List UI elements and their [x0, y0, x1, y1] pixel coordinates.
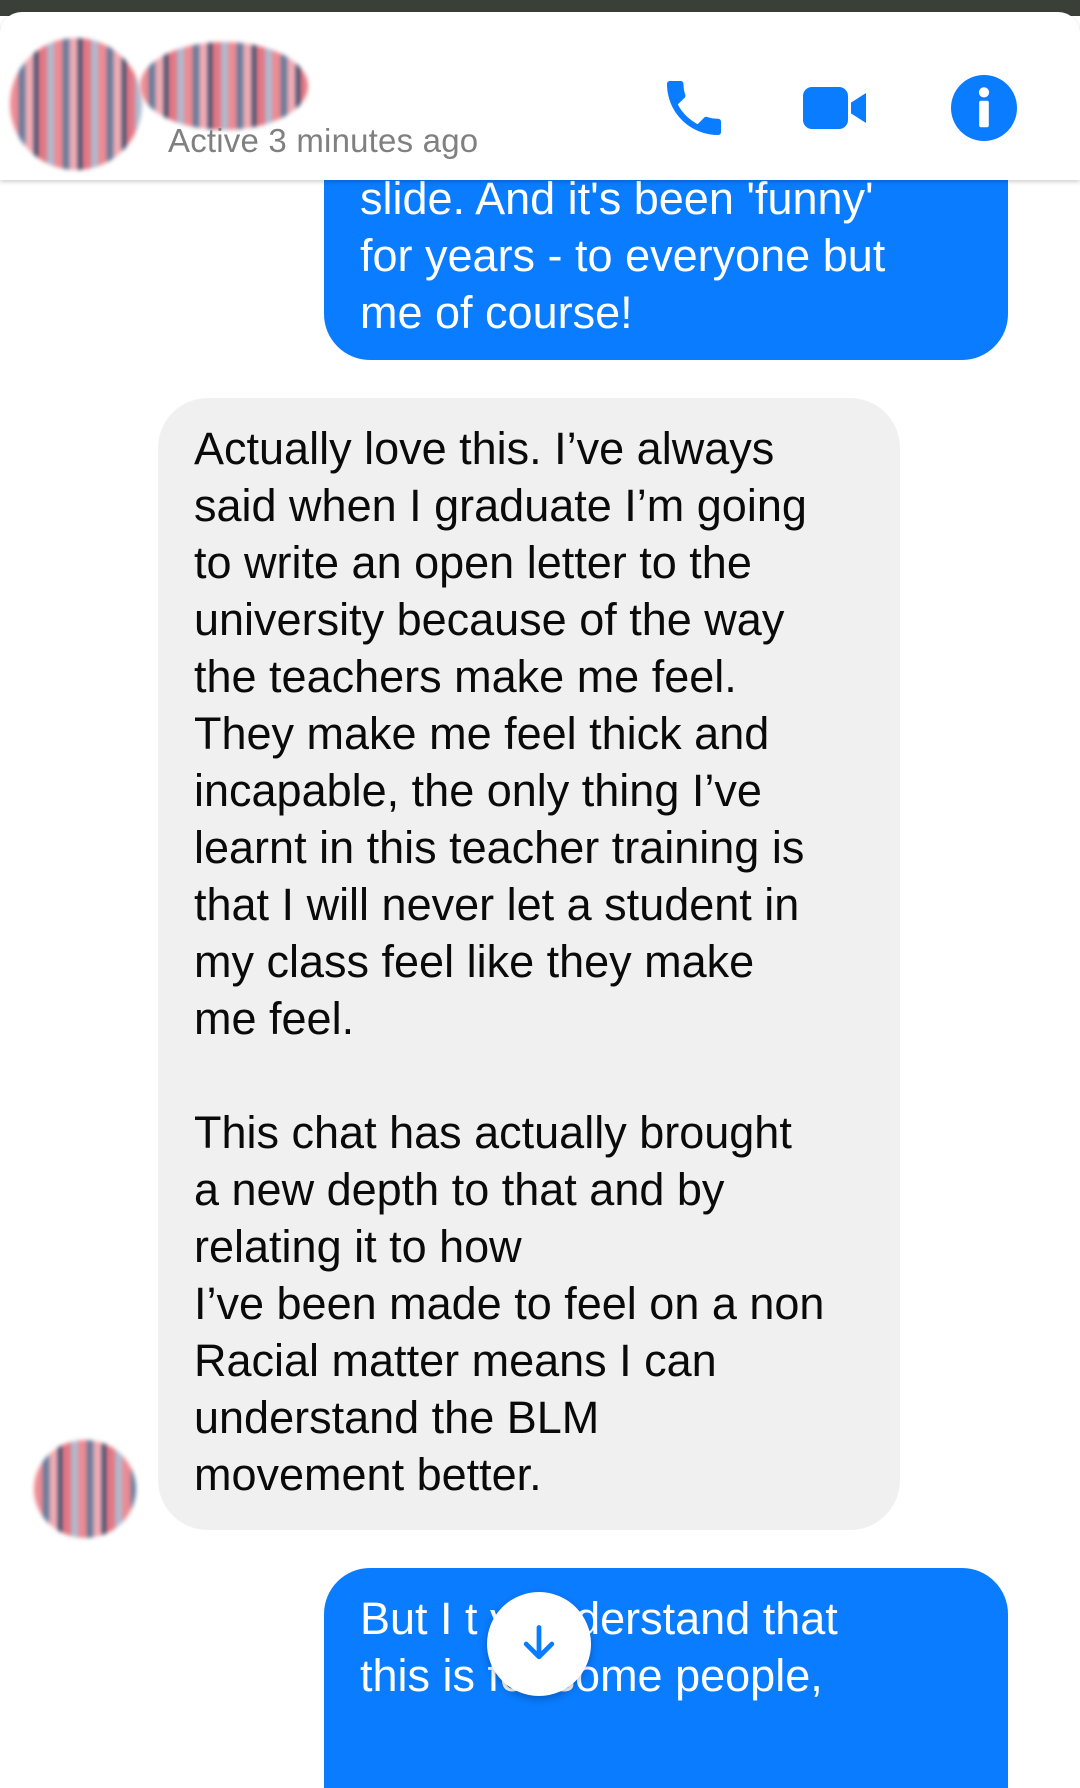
arrow-down-icon: [523, 1625, 555, 1660]
message-text: Actually love this. I’ve always said whe…: [194, 423, 825, 1500]
message-text: slide. And it's been 'funny' for years -…: [360, 173, 886, 338]
avatar[interactable]: [10, 38, 142, 170]
scroll-to-bottom-button[interactable]: [487, 1592, 591, 1696]
message-text: But I t y understand that this is for so…: [360, 1593, 838, 1701]
info-icon[interactable]: [948, 72, 1020, 144]
active-status: Active 3 minutes ago: [168, 122, 479, 159]
message-bubble-sent[interactable]: But I t y understand that this is for so…: [324, 1568, 1008, 1788]
chat-header: Active 3 minutes ago: [0, 12, 1080, 180]
video-camera-icon[interactable]: [800, 72, 872, 144]
message-bubble-received[interactable]: Actually love this. I’ve always said whe…: [158, 398, 900, 1530]
phone-icon[interactable]: [658, 72, 730, 144]
contact-name-redacted[interactable]: [140, 42, 308, 130]
sender-avatar[interactable]: [34, 1440, 136, 1538]
